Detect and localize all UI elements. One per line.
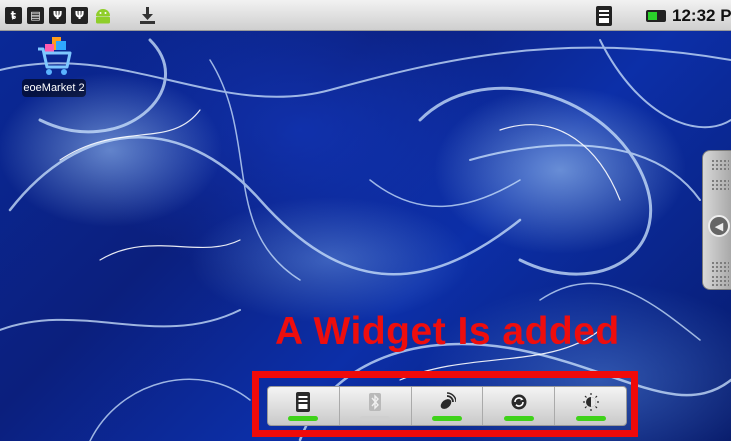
battery-icon[interactable] <box>646 10 666 22</box>
wifi-icon[interactable] <box>596 6 612 26</box>
eoemarket-shortcut[interactable]: eoeMarket 2 <box>22 35 86 97</box>
bluetooth-toggle[interactable] <box>340 387 412 425</box>
brightness-icon <box>582 393 599 411</box>
usb-debugging-icon[interactable]: ȶ <box>5 7 22 24</box>
grip-icon <box>711 275 729 287</box>
status-bar: ȶ ▤ Ψ Ψ 12:32 PM <box>0 0 731 31</box>
chevron-left-icon[interactable]: ◀ <box>708 215 730 237</box>
toggle-indicator <box>503 416 534 421</box>
download-icon[interactable] <box>139 6 156 25</box>
toggle-indicator <box>288 416 319 421</box>
wifi-icon <box>296 392 311 412</box>
shopping-cart-icon <box>38 37 72 75</box>
gps-icon <box>440 392 456 409</box>
sd-card-icon[interactable]: ▤ <box>27 7 44 24</box>
sync-icon <box>511 394 527 410</box>
grip-icon <box>711 179 729 191</box>
brightness-toggle[interactable] <box>555 387 626 425</box>
usb-icon[interactable]: Ψ <box>71 7 88 24</box>
sync-toggle[interactable] <box>483 387 556 425</box>
app-drawer-handle[interactable]: ◀ <box>702 150 731 290</box>
toggle-indicator <box>360 416 391 421</box>
gps-toggle[interactable] <box>412 387 484 425</box>
annotation-text: A Widget Is added <box>275 310 620 353</box>
wifi-toggle[interactable] <box>268 387 340 425</box>
usb-icon[interactable]: Ψ <box>49 7 66 24</box>
toggle-indicator <box>431 416 462 421</box>
android-icon[interactable] <box>93 6 113 26</box>
clock[interactable]: 12:32 PM <box>672 6 731 26</box>
grip-icon <box>711 159 729 171</box>
shortcut-label: eoeMarket 2 <box>22 79 86 97</box>
power-control-widget <box>267 386 627 426</box>
bluetooth-icon <box>369 393 382 411</box>
grip-icon <box>711 261 729 273</box>
toggle-indicator <box>575 416 606 421</box>
